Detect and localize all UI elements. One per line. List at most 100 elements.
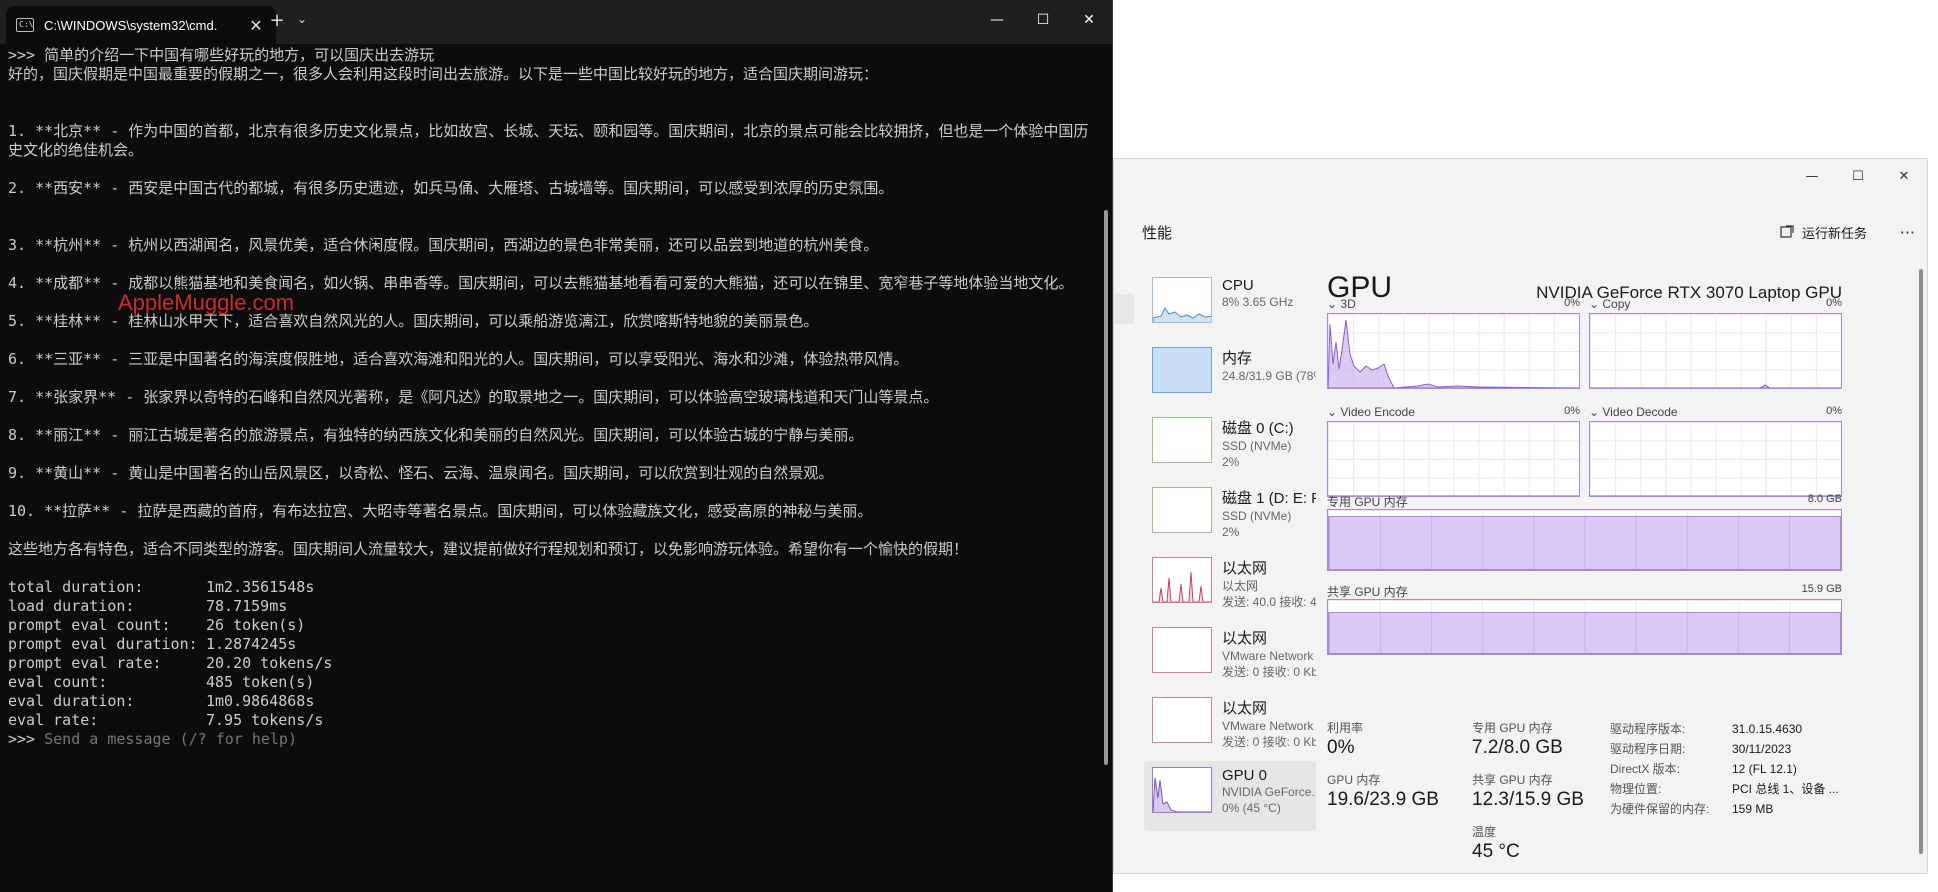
page-title: 性能: [1142, 224, 1173, 242]
close-button[interactable]: ✕: [1066, 0, 1112, 40]
engine-dropdown[interactable]: ⌄ Video Encode: [1327, 405, 1415, 421]
dedicated-mem-value: 7.2/8.0 GB: [1472, 737, 1563, 758]
sparkline: [1153, 777, 1211, 812]
property-value: PCI 总线 1、设备 ...: [1732, 782, 1839, 796]
terminal-tab[interactable]: C:\ C:\WINDOWS\system32\cmd. ✕: [6, 6, 276, 44]
input-prompt[interactable]: >>> Send a message (/? for help): [8, 730, 1098, 749]
resource-thumbnail: [1152, 277, 1212, 323]
terminal-line: 这些地方各有特色，适合不同类型的游客。国庆期间人流量较大，建议提前做好行程规划和…: [8, 540, 969, 558]
utilization-label: 利用率: [1327, 721, 1364, 735]
property-key: 物理位置:: [1610, 782, 1662, 796]
utilization-stat: 利用率 0%: [1327, 719, 1363, 759]
terminal-line: 好的，国庆假期是中国最重要的假期之一，很多人会利用这段时间出去旅游。以下是一些中…: [8, 65, 879, 83]
resource-info: GPU 0 NVIDIA GeForce... 0% (45 °C): [1222, 767, 1316, 831]
resource-item-disk[interactable]: 磁盘 1 (D: E: F:) SSD (NVMe) 2%: [1144, 481, 1316, 551]
gpu-mem-label: GPU 内存: [1327, 773, 1381, 787]
property-row: 为硬件保留的内存: 159 MB: [1610, 799, 1839, 819]
resource-detail: 2%: [1222, 525, 1240, 539]
sparkline: [1153, 488, 1212, 533]
engine-trace: [1328, 495, 1579, 496]
more-options-icon[interactable]: ···: [1900, 223, 1915, 242]
resource-item-eth[interactable]: 以太网 VMware Network ... 发送: 0 接收: 0 Kbps: [1144, 691, 1316, 761]
resource-list: CPU8% 3.65 GHz 内存 24.8/31.9 GB (78%) 磁盘 0 (…: [1144, 271, 1316, 831]
resource-item-mem[interactable]: 内存 24.8/31.9 GB (78%): [1144, 341, 1316, 411]
minimize-button[interactable]: —: [974, 0, 1020, 40]
resource-sub: 24.8/31.9 GB (78%): [1222, 369, 1316, 383]
shared-graph-area: [1327, 599, 1842, 655]
resource-sub: 以太网: [1222, 579, 1259, 593]
new-tab-button[interactable]: +: [262, 10, 292, 31]
run-task-label: 运行新任务: [1801, 225, 1867, 241]
engine-percent: 0%: [1564, 405, 1580, 417]
engine-dropdown[interactable]: ⌄ Video Decode: [1589, 405, 1678, 421]
stat-key: prompt eval rate:: [8, 654, 162, 672]
resource-detail: 发送: 0 接收: 0 Kbps: [1222, 735, 1316, 749]
tm-minimize-button[interactable]: —: [1789, 159, 1835, 193]
engine-label: 3D: [1340, 297, 1356, 311]
chevron-down-icon: ⌄: [1327, 297, 1341, 311]
run-new-task-button[interactable]: 运行新任务: [1780, 223, 1867, 242]
resource-thumbnail: [1152, 557, 1212, 603]
dedicated-graph-max: 8.0 GB: [1807, 493, 1842, 505]
stat-key: total duration:: [8, 578, 144, 596]
sparkline: [1153, 628, 1212, 673]
resource-item-gpu[interactable]: GPU 0 NVIDIA GeForce... 0% (45 °C): [1144, 761, 1316, 831]
terminal-line: 10. **拉萨** - 拉萨是西藏的首府，有布达拉宫、大昭寺等著名景点。国庆期…: [8, 502, 873, 520]
run-task-icon: [1780, 225, 1794, 238]
property-key: 驱动程序版本:: [1610, 722, 1686, 736]
engine-percent: 0%: [1826, 405, 1842, 417]
resource-info: CPU 8% 3.65 GHz: [1222, 277, 1293, 341]
maximize-button[interactable]: ☐: [1020, 0, 1066, 40]
terminal-tabbar: C:\ C:\WINDOWS\system32\cmd. ✕ + ⌄ — ☐ ✕: [0, 0, 1112, 44]
property-value: 31.0.15.4630: [1732, 722, 1803, 736]
tm-scrollbar[interactable]: [1919, 269, 1923, 854]
shared-mem-label: 共享 GPU 内存: [1472, 773, 1553, 787]
gpu-mem-stat: GPU 内存 19.6/23.9 GB: [1327, 771, 1439, 811]
shared-graph-max: 15.9 GB: [1801, 583, 1842, 595]
tm-titlebar: — ☐ ✕: [1114, 159, 1927, 197]
engine-graph: ⌄ 3D 0%: [1327, 297, 1580, 389]
resource-thumbnail: [1152, 767, 1212, 813]
stats-block: total duration: 1m2.3561548s load duration…: [8, 578, 1098, 730]
stat-value: 485 token(s): [206, 673, 315, 691]
resource-item-cpu[interactable]: CPU 8% 3.65 GHz: [1144, 271, 1316, 341]
resource-item-disk[interactable]: 磁盘 0 (C:) SSD (NVMe) 2%: [1144, 411, 1316, 481]
shared-mem-stat: 共享 GPU 内存 12.3/15.9 GB: [1472, 771, 1584, 811]
tm-maximize-button[interactable]: ☐: [1835, 159, 1881, 193]
resource-item-eth[interactable]: 以太网以太网发送: 40.0 接收: 432 K: [1144, 551, 1316, 621]
tm-close-button[interactable]: ✕: [1881, 159, 1927, 193]
property-row: 驱动程序日期: 30/11/2023: [1610, 739, 1839, 759]
resource-info: 以太网 VMware Network ... 发送: 0 接收: 0 Kbps: [1222, 627, 1316, 691]
sparkline: [1153, 698, 1212, 743]
resource-thumbnail: [1152, 417, 1212, 463]
resource-detail: 2%: [1222, 455, 1240, 469]
stat-value: 78.7159ms: [206, 597, 288, 615]
terminal-tab-title: C:\WINDOWS\system32\cmd.: [44, 17, 218, 33]
terminal-output[interactable]: >>> 简单的介绍一下中国有哪些好玩的地方，可以国庆出去游玩 好的，国庆假期是中国…: [8, 46, 1098, 892]
engine-graph: ⌄ Video Decode 0%: [1589, 405, 1842, 497]
engine-dropdown[interactable]: ⌄ 3D: [1327, 297, 1356, 313]
engine-dropdown[interactable]: ⌄ Copy: [1589, 297, 1630, 313]
terminal-line: >>> 简单的介绍一下中国有哪些好玩的地方，可以国庆出去游玩: [8, 46, 435, 64]
resource-info: 以太网 VMware Network ... 发送: 0 接收: 0 Kbps: [1222, 697, 1316, 761]
resource-info: 磁盘 0 (C:) SSD (NVMe) 2%: [1222, 417, 1294, 481]
terminal-scrollbar[interactable]: [1104, 210, 1108, 765]
engine-graph-area: [1327, 313, 1580, 389]
chevron-down-icon: ⌄: [1327, 405, 1341, 419]
terminal-line: 8. **丽江** - 丽江古城是著名的旅游景点，有独特的纳西族文化和美丽的自然…: [8, 426, 864, 444]
resource-item-eth[interactable]: 以太网 VMware Network ... 发送: 0 接收: 0 Kbps: [1144, 621, 1316, 691]
property-key: DirectX 版本:: [1610, 762, 1681, 776]
temperature-value: 45 °C: [1472, 841, 1520, 862]
resource-thumbnail: [1152, 347, 1212, 393]
tab-dropdown-icon[interactable]: ⌄: [292, 12, 312, 26]
engine-graph-area: [1327, 421, 1580, 497]
resource-name: 以太网: [1222, 560, 1268, 577]
stat-value: 7.95 tokens/s: [206, 711, 324, 729]
